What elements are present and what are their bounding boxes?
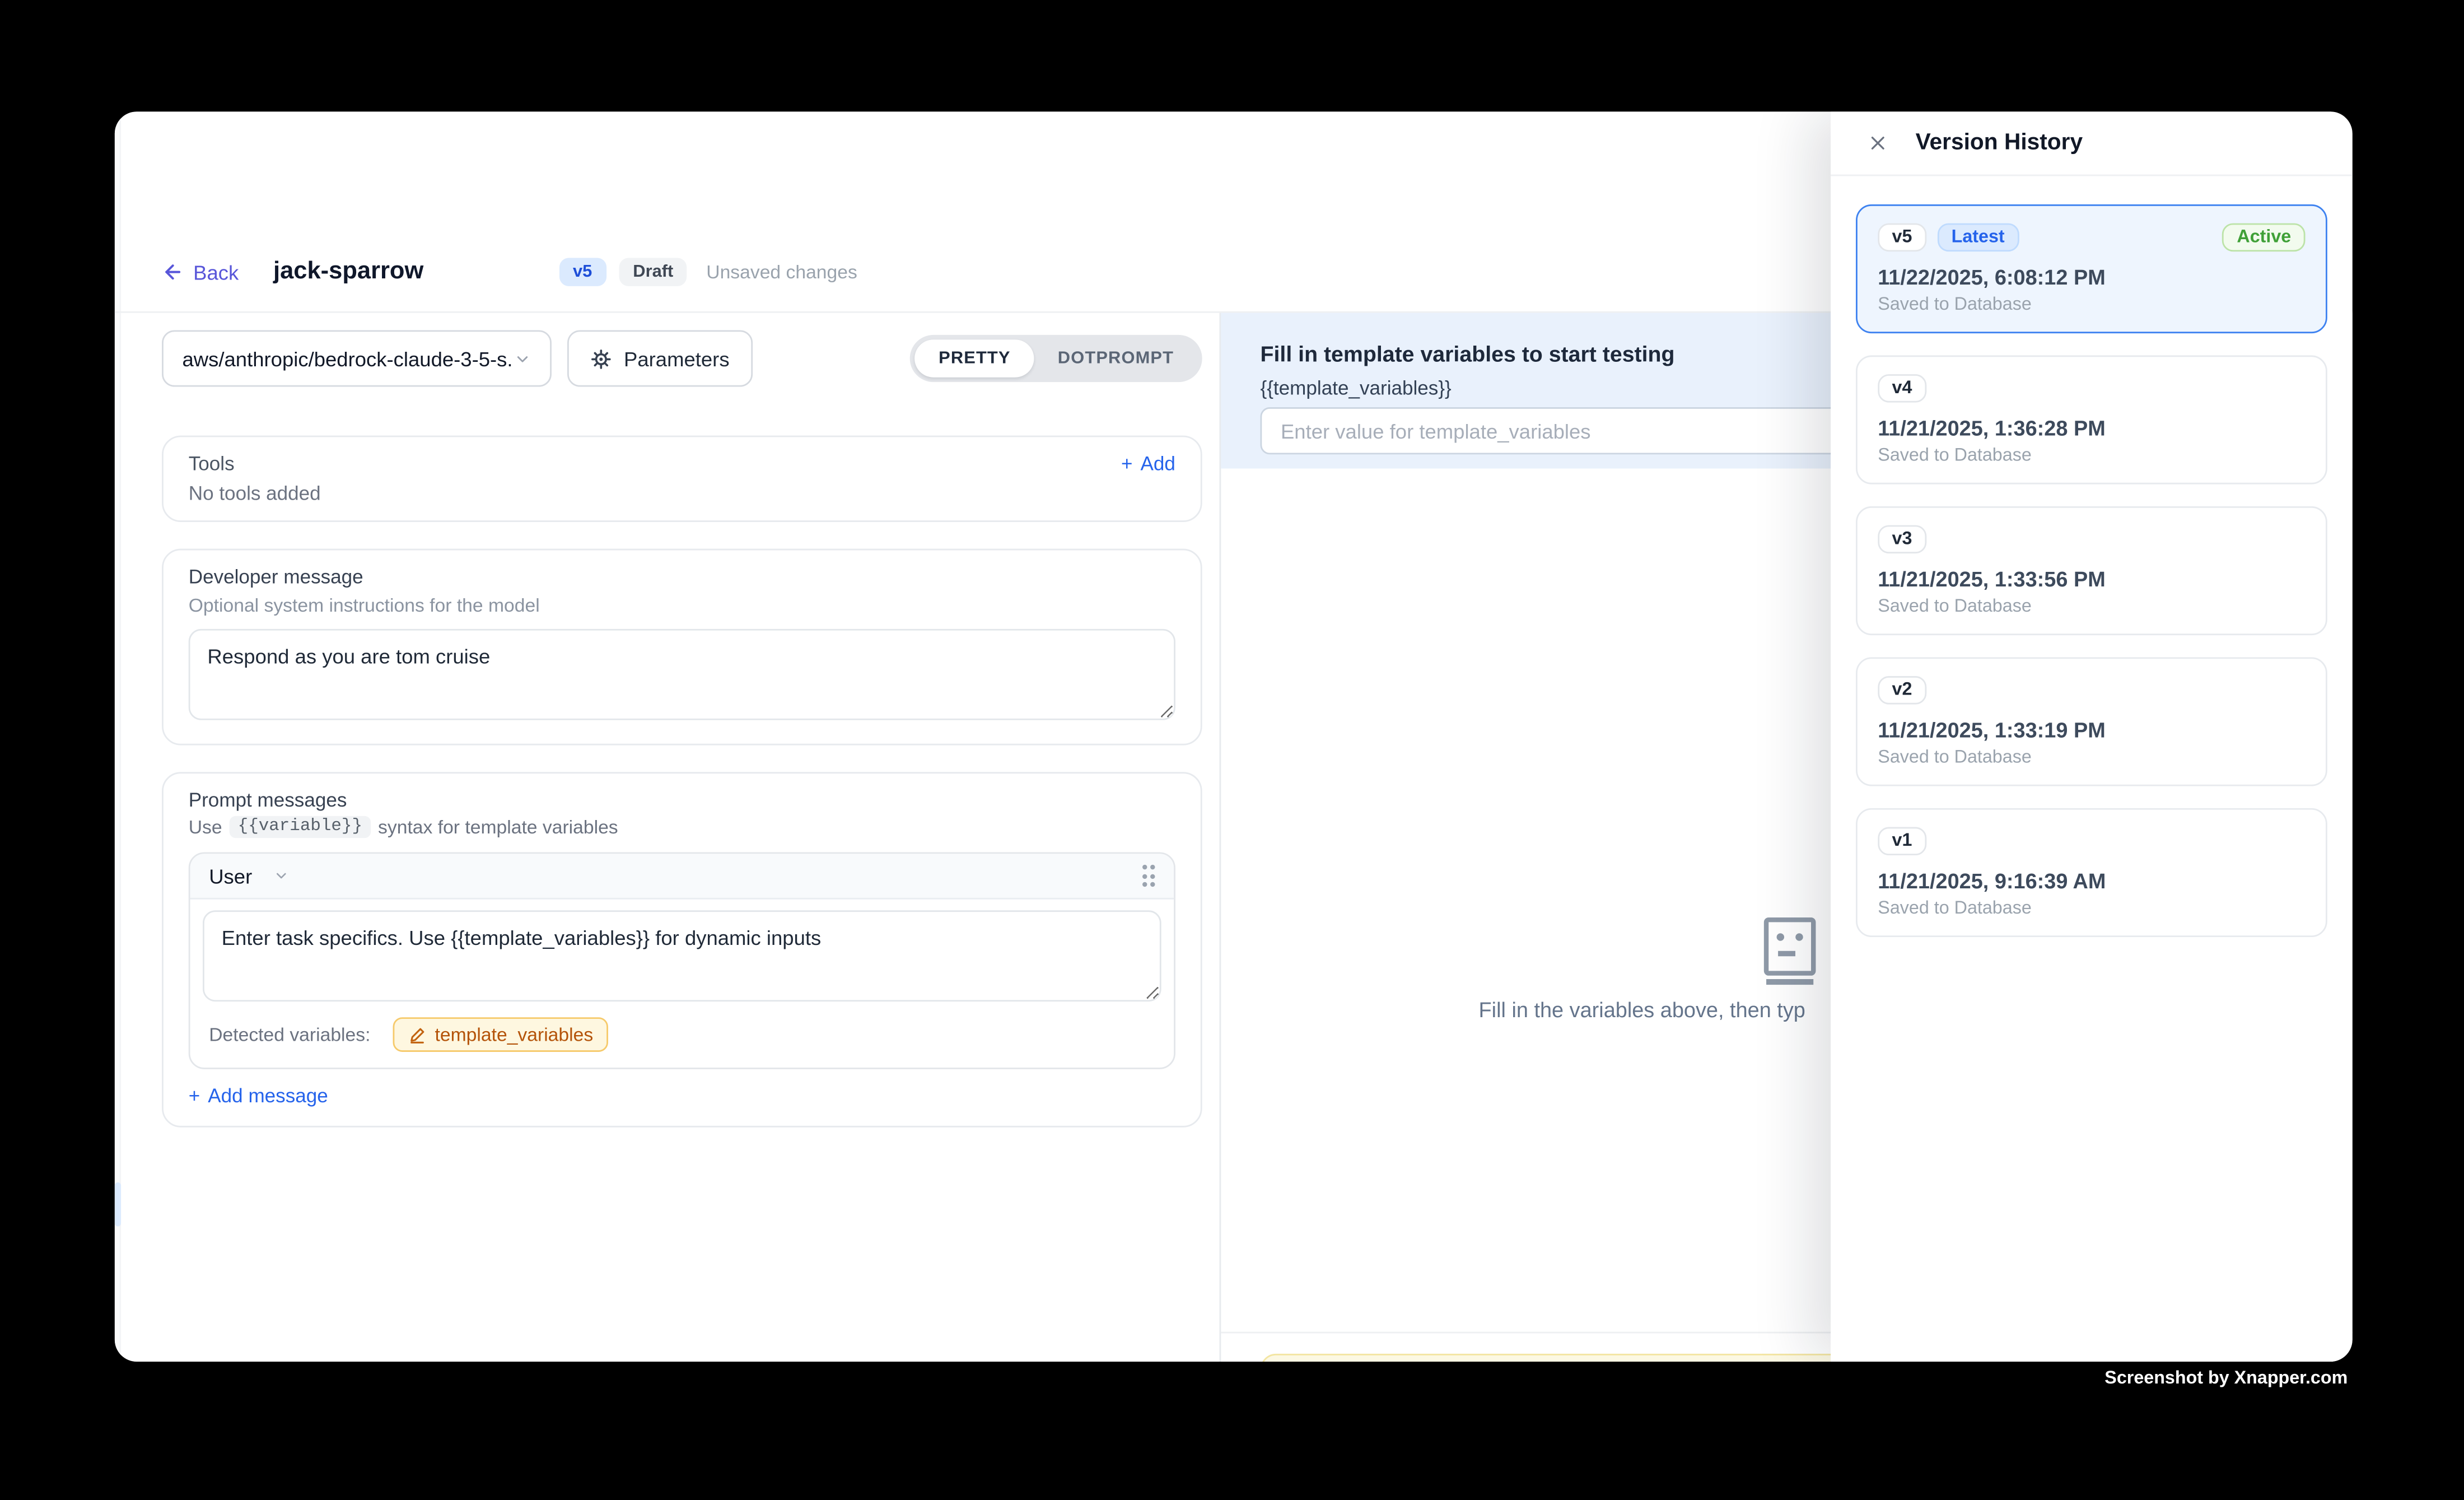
message-block: User Enter task specifics. Use {{templat…	[189, 852, 1175, 1069]
chevron-down-icon	[514, 350, 531, 367]
format-toggle: PRETTY DOTPROMPT	[911, 335, 1202, 382]
version-card-v2[interactable]: v2 11/21/2025, 1:33:19 PM Saved to Datab…	[1856, 657, 2327, 786]
version-saved-text: Saved to Database	[1878, 446, 2305, 465]
tools-empty-text: No tools added	[189, 483, 1175, 505]
version-saved-text: Saved to Database	[1878, 598, 2305, 617]
latest-badge: Latest	[1937, 223, 2019, 252]
stage: Back jack-sparrow v5 Draft Unsaved chang…	[0, 0, 2464, 1500]
left-rail	[115, 111, 121, 1362]
role-select[interactable]: User	[209, 864, 290, 888]
developer-message-card: Developer message Optional system instru…	[162, 549, 1202, 746]
back-button[interactable]: Back	[162, 260, 239, 284]
version-list: v5 Latest Active 11/22/2025, 6:08:12 PM …	[1831, 176, 2353, 937]
gear-icon	[591, 348, 611, 369]
version-date: 11/22/2025, 6:08:12 PM	[1878, 265, 2305, 289]
editor-column: aws/anthropic/bedrock-claude-3-5-s... Pa…	[162, 330, 1202, 1154]
developer-message-subtitle: Optional system instructions for the mod…	[189, 594, 1175, 616]
arrow-left-icon	[162, 261, 184, 283]
prompt-messages-card: Prompt messages Use {{variable}} syntax …	[162, 772, 1202, 1127]
editor-toolbar: aws/anthropic/bedrock-claude-3-5-s... Pa…	[162, 330, 1202, 386]
variable-code-chip: {{variable}}	[230, 816, 370, 838]
template-syntax-hint: Use {{variable}} syntax for template var…	[189, 816, 1175, 838]
tools-card: Tools + Add No tools added	[162, 436, 1202, 522]
chevron-down-icon	[274, 868, 290, 884]
model-select[interactable]: aws/anthropic/bedrock-claude-3-5-s...	[162, 330, 552, 386]
add-tool-button[interactable]: + Add	[1121, 453, 1175, 474]
version-card-v1[interactable]: v1 11/21/2025, 9:16:39 AM Saved to Datab…	[1856, 808, 2327, 937]
version-number-badge: v1	[1878, 827, 1926, 856]
active-badge: Active	[2223, 223, 2305, 252]
plus-icon: +	[1121, 453, 1133, 474]
version-card-v5[interactable]: v5 Latest Active 11/22/2025, 6:08:12 PM …	[1856, 204, 2327, 333]
developer-message-textarea[interactable]: Respond as you are tom cruise	[189, 629, 1175, 720]
robot-icon	[1758, 915, 1821, 987]
add-message-label: Add message	[208, 1085, 328, 1107]
page-title: jack-sparrow	[273, 258, 423, 286]
toggle-dotprompt[interactable]: DOTPROMPT	[1034, 339, 1198, 377]
close-button[interactable]	[1867, 132, 1889, 154]
version-history-header: Version History	[1831, 111, 2353, 176]
model-select-value: aws/anthropic/bedrock-claude-3-5-s...	[183, 347, 514, 370]
version-saved-text: Saved to Database	[1878, 900, 2305, 919]
watermark: Screenshot by Xnapper.com	[2104, 1369, 2348, 1389]
version-number-badge: v2	[1878, 676, 1926, 705]
version-date: 11/21/2025, 1:33:56 PM	[1878, 567, 2305, 591]
pencil-icon	[408, 1026, 426, 1044]
prompt-messages-title: Prompt messages	[189, 789, 1175, 811]
unsaved-changes-label: Unsaved changes	[706, 261, 857, 283]
draft-badge: Draft	[619, 258, 688, 286]
empty-state-text: Fill in the variables above, then typ	[1479, 999, 1805, 1022]
version-number-badge: v5	[1878, 223, 1926, 252]
syntax-prefix: Use	[189, 816, 222, 838]
message-header: User	[190, 854, 1174, 899]
screenshot-viewport: Back jack-sparrow v5 Draft Unsaved chang…	[0, 0, 2464, 1500]
version-card-v4[interactable]: v4 11/21/2025, 1:36:28 PM Saved to Datab…	[1856, 355, 2327, 484]
parameters-button[interactable]: Parameters	[567, 330, 753, 386]
version-number-badge: v4	[1878, 374, 1926, 403]
version-badge: v5	[559, 258, 606, 286]
version-card-v3[interactable]: v3 11/21/2025, 1:33:56 PM Saved to Datab…	[1856, 506, 2327, 635]
version-date: 11/21/2025, 9:16:39 AM	[1878, 869, 2305, 893]
syntax-suffix: syntax for template variables	[378, 816, 618, 838]
drag-handle[interactable]	[1142, 865, 1155, 887]
variable-chip-label: template_variables	[435, 1023, 594, 1045]
message-body: Enter task specifics. Use {{template_var…	[190, 900, 1174, 1068]
tools-title: Tools	[189, 453, 235, 474]
detected-variables-label: Detected variables:	[209, 1023, 370, 1045]
add-tool-label: Add	[1141, 453, 1175, 474]
version-number-badge: v3	[1878, 525, 1926, 554]
add-message-button[interactable]: + Add message	[189, 1085, 328, 1107]
role-select-value: User	[209, 864, 252, 888]
developer-message-title: Developer message	[189, 566, 1175, 588]
app-window: Back jack-sparrow v5 Draft Unsaved chang…	[115, 111, 2353, 1362]
version-date: 11/21/2025, 1:36:28 PM	[1878, 417, 2305, 440]
version-history-panel: Version History v5 Latest Active 11/22/2…	[1831, 111, 2353, 1362]
back-label: Back	[193, 260, 239, 284]
parameters-label: Parameters	[624, 347, 730, 370]
variable-chip[interactable]: template_variables	[393, 1017, 609, 1052]
left-rail-indicator	[115, 1182, 121, 1227]
message-textarea[interactable]: Enter task specifics. Use {{template_var…	[203, 910, 1161, 1001]
version-date: 11/21/2025, 1:33:19 PM	[1878, 719, 2305, 742]
version-history-title: Version History	[1916, 131, 2083, 156]
version-saved-text: Saved to Database	[1878, 296, 2305, 315]
plus-icon: +	[189, 1085, 200, 1107]
toggle-pretty[interactable]: PRETTY	[915, 339, 1034, 377]
version-saved-text: Saved to Database	[1878, 748, 2305, 767]
